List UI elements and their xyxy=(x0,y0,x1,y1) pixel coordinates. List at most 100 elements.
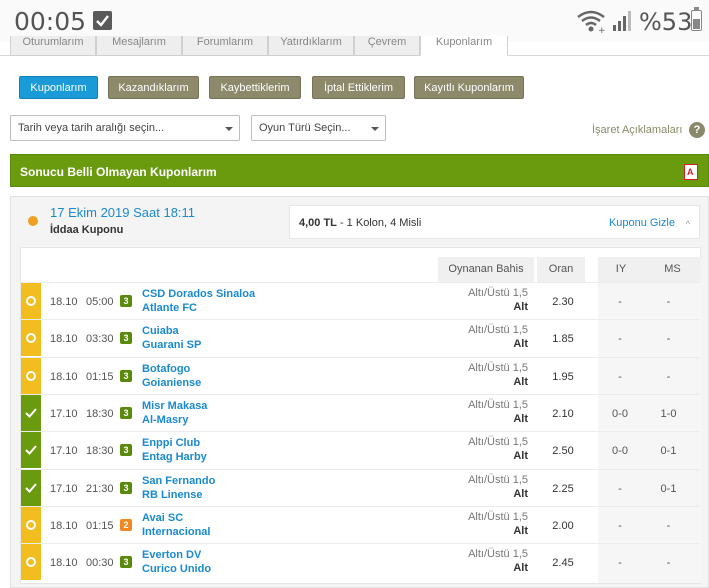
pending-icon xyxy=(26,557,36,568)
fulltime-score: 0-1 xyxy=(660,482,677,495)
pdf-icon[interactable] xyxy=(684,164,698,180)
away-team-link[interactable]: Entag Harby xyxy=(142,451,207,463)
mbs-badge: 3 xyxy=(120,481,132,494)
tab-kuponlarim[interactable]: Kuponlarım xyxy=(420,36,508,56)
halftime-score: 0-0 xyxy=(612,445,628,458)
check-icon xyxy=(25,482,37,493)
home-team-link[interactable]: Enppi Club xyxy=(142,437,200,449)
pending-dot-icon xyxy=(28,216,38,226)
home-team-link[interactable]: San Fernando xyxy=(142,475,215,487)
home-team-link[interactable]: Everton DV xyxy=(142,549,201,561)
pending-icon xyxy=(26,519,36,530)
filter-kaybettiklerim-button[interactable]: Kaybettiklerim xyxy=(209,76,301,99)
match-time: 01:15 xyxy=(86,370,114,383)
fulltime-score: - xyxy=(666,296,671,308)
odd-value: 2.10 xyxy=(552,407,574,420)
header-ms: MS xyxy=(644,257,701,282)
fulltime-score: - xyxy=(666,557,671,570)
table-row[interactable]: 18.10 01:15 2 Avai SC Internacional Altı/Üstü… xyxy=(21,505,700,543)
tab-cevrem[interactable]: Çevrem xyxy=(354,36,420,56)
away-team-link[interactable]: Atlante FC xyxy=(142,302,197,314)
table-row[interactable]: 18.10 03:30 3 Cuiaba Guarani SP Altı/Üstü 1,5… xyxy=(21,319,700,357)
odd-value: 2.25 xyxy=(552,482,574,495)
away-team-link[interactable]: Goianiense xyxy=(142,377,201,389)
fulltime-score: 1-0 xyxy=(660,407,677,420)
filter-kayitli-button[interactable]: Kayıtlı Kuponlarım xyxy=(414,76,524,99)
legend-link[interactable]: İşaret Açıklamaları xyxy=(592,124,682,136)
pending-icon xyxy=(26,333,36,344)
bet-market: Altı/Üstü 1,5 xyxy=(468,548,528,561)
halftime-score: - xyxy=(618,482,622,495)
date-range-select-value: Tarih veya tarih aralığı seçin... xyxy=(18,122,165,134)
match-time: 03:30 xyxy=(86,333,114,346)
header-iy: IY xyxy=(598,257,644,282)
coupon-card: 17 Ekim 2019 Saat 18:11 İddaa Kuponu 4,0… xyxy=(10,196,709,588)
check-icon xyxy=(25,445,37,456)
odd-value: 2.50 xyxy=(552,445,574,458)
coupon-amount: 4,00 TL - 1 Kolon, 4 Misli xyxy=(299,217,421,229)
match-time: 05:00 xyxy=(86,296,114,308)
match-time: 01:15 xyxy=(86,519,114,532)
game-type-select-value: Oyun Türü Seçin... xyxy=(259,122,351,134)
svg-text:+: + xyxy=(598,26,606,33)
away-team-link[interactable]: Al-Masry xyxy=(142,414,188,426)
status-indicator xyxy=(21,283,41,319)
away-team-link[interactable]: RB Linense xyxy=(142,489,203,501)
odd-value: 2.00 xyxy=(552,519,574,532)
home-team-link[interactable]: CSD Dorados Sinaloa xyxy=(142,288,255,300)
odd-value: 2.30 xyxy=(552,296,574,308)
coupon-date: 17 Ekim 2019 Saat 18:11 xyxy=(50,205,196,220)
match-time: 00:30 xyxy=(86,557,114,570)
signal-icon xyxy=(613,11,631,31)
bet-pick: Alt xyxy=(513,487,528,500)
odd-value: 1.85 xyxy=(552,333,574,346)
wifi-icon: + xyxy=(577,10,606,33)
home-team-link[interactable]: Cuiaba xyxy=(142,325,179,337)
home-team-link[interactable]: Botafogo xyxy=(142,363,190,375)
date-range-select[interactable]: Tarih veya tarih aralığı seçin... xyxy=(10,115,240,141)
help-icon[interactable]: ? xyxy=(689,122,705,138)
bet-pick: Alt xyxy=(513,412,528,425)
match-date: 17.10 xyxy=(50,445,78,458)
home-team-link[interactable]: Avai SC xyxy=(142,512,183,524)
bet-market: Altı/Üstü 1,5 xyxy=(468,473,528,486)
filter-kuponlarim-button[interactable]: Kuponlarım xyxy=(19,76,98,99)
home-team-link[interactable]: Misr Makasa xyxy=(142,400,207,412)
table-row[interactable]: 17.10 21:30 3 San Fernando RB Linense Altı/Üs… xyxy=(21,468,700,506)
table-row[interactable]: 18.10 00:30 3 Everton DV Curico Unido Altı/Üs… xyxy=(21,543,700,581)
table-row[interactable]: 17.10 18:30 3 Misr Makasa Al-Masry Altı/Üstü … xyxy=(21,393,700,431)
table-row[interactable]: 17.10 18:30 3 Enppi Club Entag Harby Altı/Üst… xyxy=(21,431,700,469)
halftime-score: - xyxy=(618,296,622,308)
status-indicator xyxy=(21,469,41,506)
tab-mesajlarim[interactable]: Mesajlarım xyxy=(96,36,182,56)
status-indicator xyxy=(21,544,41,581)
table-row[interactable]: 18.10 05:00 3 CSD Dorados Sinaloa Atlante FC… xyxy=(21,282,700,319)
mbs-badge: 3 xyxy=(120,332,132,345)
tab-forumlarim[interactable]: Forumlarım xyxy=(182,36,268,56)
bet-market: Altı/Üstü 1,5 xyxy=(468,361,528,374)
away-team-link[interactable]: Guarani SP xyxy=(142,339,201,351)
bet-pick: Alt xyxy=(513,562,528,575)
filter-kazandiklarim-button[interactable]: Kazandıklarım xyxy=(108,76,199,99)
tab-yatirdiklarim[interactable]: Yatırdıklarım xyxy=(268,36,354,56)
matches-table: Oynanan Bahis Oran IY MS 18.10 05:00 3 CSD … xyxy=(20,247,701,584)
odd-value: 2.45 xyxy=(552,557,574,570)
filter-iptal-button[interactable]: İptal Ettiklerim xyxy=(312,76,405,99)
mbs-badge: 3 xyxy=(120,369,132,382)
game-type-select[interactable]: Oyun Türü Seçin... xyxy=(251,115,386,141)
tab-oturumlarim[interactable]: Oturumlarım xyxy=(10,36,96,56)
table-row[interactable]: 18.10 01:15 3 Botafogo Goianiense Altı/Üstü 1… xyxy=(21,356,700,394)
header-odd: Oran xyxy=(537,257,585,282)
bet-market: Altı/Üstü 1,5 xyxy=(468,510,528,523)
check-icon xyxy=(25,408,37,418)
status-indicator xyxy=(21,357,41,394)
away-team-link[interactable]: Curico Unido xyxy=(142,563,211,575)
match-date: 18.10 xyxy=(50,519,78,532)
coupon-type: İddaa Kuponu xyxy=(50,224,124,236)
bet-pick: Alt xyxy=(513,301,528,313)
hide-coupon-link[interactable]: Kuponu Gizle xyxy=(609,217,675,229)
away-team-link[interactable]: Internacional xyxy=(142,526,210,538)
status-indicator xyxy=(21,394,41,431)
chevron-up-icon[interactable]: ^ xyxy=(686,219,690,229)
match-time: 18:30 xyxy=(86,445,114,458)
